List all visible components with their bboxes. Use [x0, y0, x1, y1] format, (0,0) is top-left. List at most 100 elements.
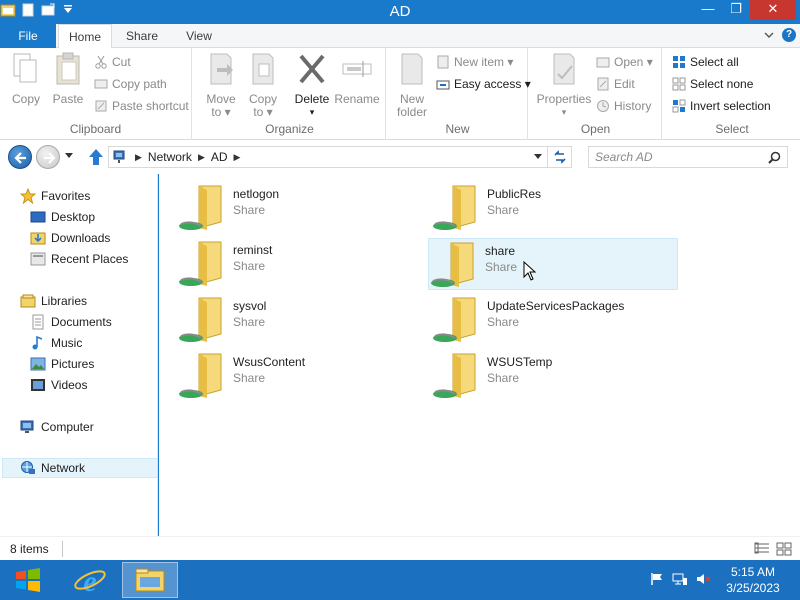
tab-file[interactable]: File: [0, 24, 56, 48]
list-item[interactable]: netlogon Share: [177, 182, 427, 234]
clipboard-group: Copy Paste Cut Copy path Paste shortcut …: [0, 48, 192, 140]
minimize-button[interactable]: —: [694, 0, 722, 20]
properties-button[interactable]: Properties ▾: [536, 52, 592, 119]
list-item[interactable]: WSUSTemp Share: [431, 350, 681, 402]
select-all-button[interactable]: Select all: [672, 52, 739, 72]
up-arrow-icon[interactable]: [88, 148, 104, 166]
forward-button[interactable]: [36, 145, 60, 169]
open-group: Properties ▾ Open ▾ Edit History Open: [530, 48, 662, 140]
item-count: 8 items: [10, 542, 49, 556]
taskbar-clock[interactable]: 5:15 AM 3/25/2023: [716, 564, 790, 596]
item-type: Share: [487, 315, 520, 329]
move-to-icon: [210, 53, 233, 85]
nav-desktop[interactable]: Desktop: [30, 207, 95, 227]
select-all-icon: [673, 56, 685, 68]
easy-access-label: Easy access ▾: [454, 77, 531, 91]
delete-button[interactable]: Delete ▾: [292, 52, 332, 119]
close-button[interactable]: ✕: [750, 0, 796, 20]
list-item[interactable]: WsusContent Share: [177, 350, 427, 402]
select-none-icon: [672, 77, 686, 91]
paste-button[interactable]: Paste: [50, 52, 86, 106]
invert-selection-button[interactable]: Invert selection: [672, 96, 771, 116]
item-type: Share: [233, 315, 266, 329]
open-group-label: Open: [580, 122, 611, 136]
copy-button[interactable]: Copy: [8, 52, 44, 106]
easy-access-button[interactable]: Easy access ▾: [436, 74, 531, 94]
rename-button[interactable]: Rename: [334, 52, 380, 106]
nav-computer-label: Computer: [41, 420, 94, 434]
history-label: History: [614, 99, 652, 113]
shared-folder-icon: [177, 294, 229, 346]
nav-pictures[interactable]: Pictures: [30, 354, 94, 374]
list-item[interactable]: reminst Share: [177, 238, 427, 290]
help-icon[interactable]: ?: [782, 28, 796, 42]
rename-icon: [342, 61, 372, 77]
status-bar: 8 items: [0, 536, 800, 560]
system-tray: [650, 572, 712, 586]
tab-share[interactable]: Share: [118, 24, 166, 48]
search-input[interactable]: Search AD: [588, 146, 788, 168]
nav-libraries[interactable]: Libraries: [20, 291, 87, 311]
list-item[interactable]: PublicRes Share: [431, 182, 681, 234]
nav-videos[interactable]: Videos: [30, 375, 87, 395]
breadcrumb-separator[interactable]: ▶: [198, 152, 205, 163]
search-placeholder: Search AD: [595, 150, 653, 164]
history-button[interactable]: History: [596, 96, 651, 116]
address-bar[interactable]: ▶ Network ▶ AD ▶: [108, 146, 548, 168]
details-view-icon[interactable]: [754, 542, 770, 556]
nav-downloads[interactable]: Downloads: [30, 228, 110, 248]
list-item[interactable]: UpdateServicesPackages Share: [431, 294, 731, 346]
new-folder-button[interactable]: New folder: [392, 52, 432, 119]
large-icons-view-icon[interactable]: [776, 542, 792, 556]
recent-locations-chevron-icon[interactable]: [64, 152, 74, 160]
select-none-button[interactable]: Select none: [672, 74, 753, 94]
copy-path-button[interactable]: Copy path: [94, 74, 167, 94]
nav-computer[interactable]: Computer: [20, 417, 94, 437]
list-item-hovered[interactable]: share Share: [428, 238, 678, 290]
new-group-label: New: [445, 122, 470, 136]
open-button[interactable]: Open ▾: [596, 52, 653, 72]
breadcrumb-network[interactable]: Network: [148, 150, 192, 164]
volume-muted-icon[interactable]: [696, 572, 712, 586]
address-history-chevron-icon[interactable]: [533, 153, 543, 161]
copy-path-label: Copy path: [112, 77, 167, 91]
file-list: netlogon Share PublicRes Share reminst S…: [159, 174, 800, 536]
breadcrumb-separator[interactable]: ▶: [234, 152, 241, 163]
item-name: sysvol: [233, 299, 267, 313]
taskbar-file-explorer[interactable]: [122, 562, 178, 598]
cut-button[interactable]: Cut: [94, 52, 131, 72]
move-to-button[interactable]: Move to ▾: [202, 52, 240, 119]
network-status-icon[interactable]: [672, 572, 688, 586]
nav-documents[interactable]: Documents: [30, 312, 112, 332]
expand-ribbon-chevron-icon[interactable]: [764, 30, 774, 40]
back-button[interactable]: [8, 145, 32, 169]
nav-recent-places[interactable]: Recent Places: [30, 249, 128, 269]
properties-dropdown-icon[interactable]: ▾: [536, 106, 592, 119]
pictures-icon: [30, 357, 46, 371]
start-button[interactable]: [4, 562, 52, 598]
breadcrumb-ad[interactable]: AD: [211, 150, 228, 164]
maximize-button[interactable]: ❐: [722, 0, 750, 20]
nav-music[interactable]: Music: [30, 333, 82, 353]
star-icon: [20, 188, 36, 204]
refresh-button[interactable]: [548, 146, 572, 168]
select-all-label: Select all: [690, 55, 739, 69]
taskbar-internet-explorer[interactable]: e: [62, 562, 118, 598]
copy-path-icon: [94, 79, 108, 89]
copy-to-button[interactable]: Copy to ▾: [244, 52, 282, 119]
new-item-button[interactable]: New item ▾: [436, 52, 513, 72]
search-icon[interactable]: [768, 151, 781, 164]
list-item[interactable]: sysvol Share: [177, 294, 427, 346]
tab-view[interactable]: View: [176, 24, 222, 48]
paste-shortcut-button[interactable]: Paste shortcut: [94, 96, 189, 116]
edit-button[interactable]: Edit: [596, 74, 635, 94]
nav-favorites[interactable]: Favorites: [20, 186, 90, 206]
action-center-flag-icon[interactable]: [650, 572, 664, 586]
breadcrumb-separator[interactable]: ▶: [135, 152, 142, 163]
edit-icon: [597, 77, 609, 91]
nav-network[interactable]: Network: [2, 458, 158, 478]
tab-home[interactable]: Home: [58, 24, 112, 49]
move-to-label: Move to ▾: [206, 92, 236, 119]
delete-dropdown-icon[interactable]: ▾: [292, 106, 332, 119]
invert-selection-label: Invert selection: [690, 99, 771, 113]
